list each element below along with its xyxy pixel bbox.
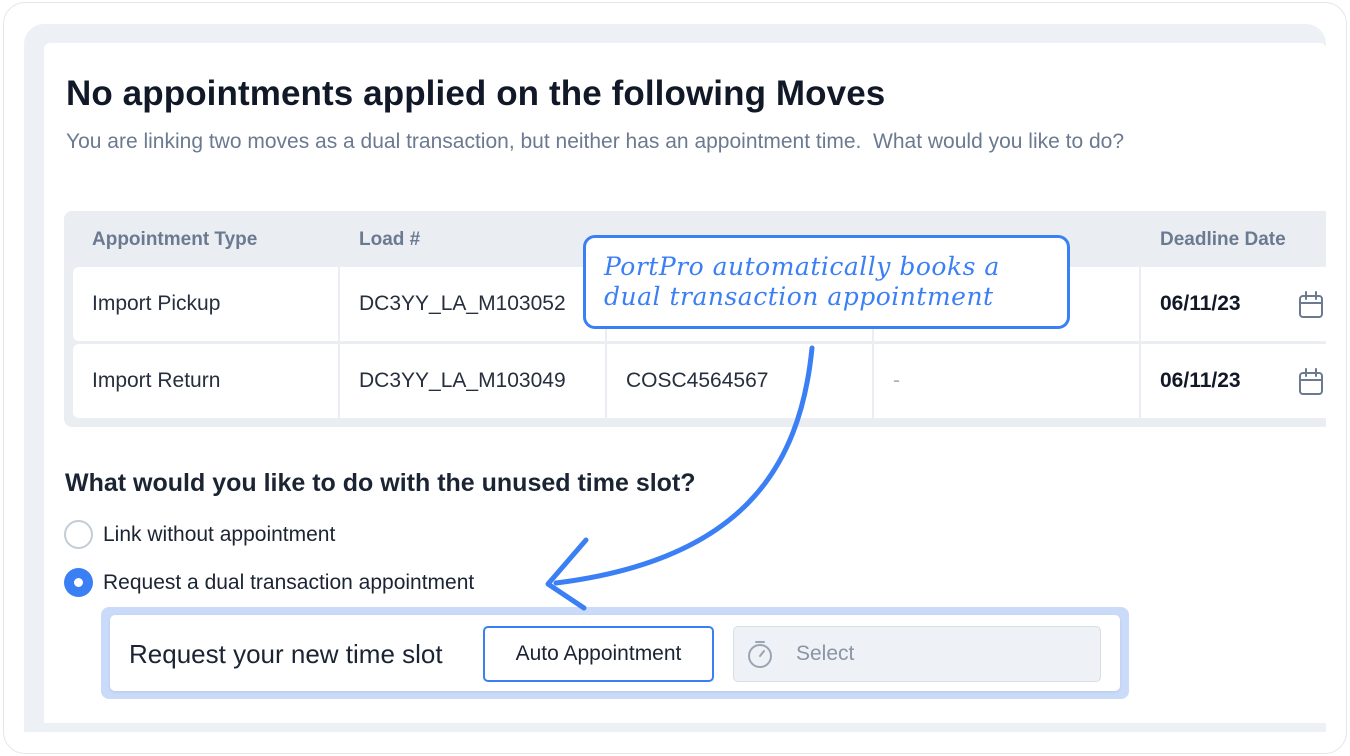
cell-load-number: DC3YY_LA_M103052 <box>340 267 605 341</box>
option-label: Link without appointment <box>103 522 336 546</box>
radio-unchecked[interactable] <box>64 520 93 549</box>
select-placeholder: Select <box>796 642 855 665</box>
unused-slot-question: What would you like to do with the unuse… <box>65 469 696 497</box>
time-slot-select[interactable]: Select <box>733 626 1101 682</box>
header-appointment-type: Appointment Type <box>92 229 258 250</box>
time-slot-label: Request your new time slot <box>129 639 443 669</box>
table-row: Import Return DC3YY_LA_M103049 COSC45645… <box>73 344 1326 418</box>
callout-line-2: dual transaction appointment <box>604 282 994 311</box>
calendar-icon[interactable] <box>1298 368 1324 396</box>
dialog-subtitle: You are linking two moves as a dual tran… <box>66 130 1125 153</box>
cell-container: COSC4564567 <box>607 344 872 418</box>
auto-appointment-button[interactable]: Auto Appointment <box>483 626 714 682</box>
dialog-title: No appointments applied on the following… <box>66 74 886 113</box>
callout-line-1: PortPro automatically books a <box>604 252 1000 281</box>
cell-load-number: DC3YY_LA_M103049 <box>340 344 605 418</box>
option-label: Request a dual transaction appointment <box>103 570 475 594</box>
header-load-number: Load # <box>359 229 421 250</box>
cell-appointment-type: Import Return <box>73 344 338 418</box>
deadline-value: 06/11/23 <box>1160 369 1241 392</box>
cell-appointment-type: Import Pickup <box>73 267 338 341</box>
cell-deadline-date[interactable]: 06/11/23 <box>1141 267 1326 341</box>
header-deadline-date: Deadline Date <box>1160 229 1286 250</box>
calendar-icon[interactable] <box>1298 291 1324 319</box>
radio-checked[interactable] <box>64 568 93 597</box>
callout-annotation: PortPro automatically books a dual trans… <box>583 235 1070 329</box>
option-request-dual-transaction[interactable]: Request a dual transaction appointment <box>64 568 474 597</box>
cell-extra: - <box>874 344 1139 418</box>
cell-deadline-date[interactable]: 06/11/23 <box>1141 344 1326 418</box>
option-link-without-appointment[interactable]: Link without appointment <box>64 520 335 549</box>
timer-icon <box>748 641 772 668</box>
deadline-value: 06/11/23 <box>1160 292 1241 315</box>
